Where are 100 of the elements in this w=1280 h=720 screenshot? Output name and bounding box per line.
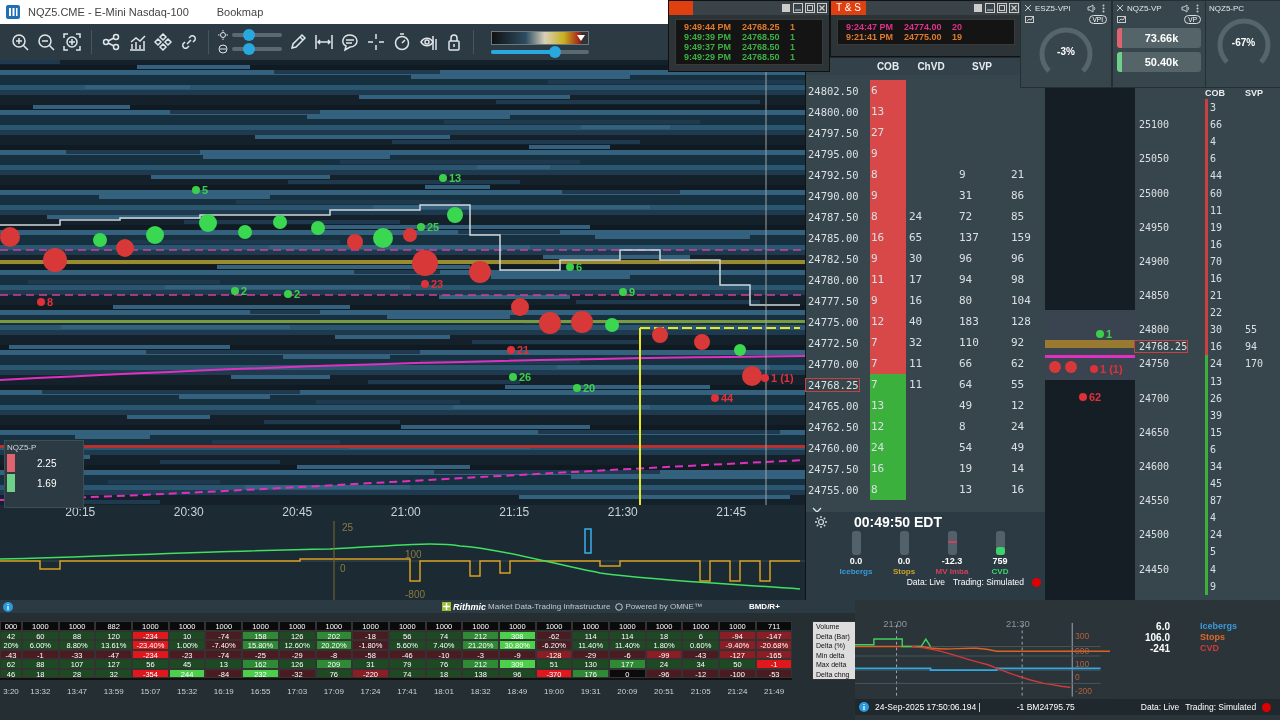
price-label: 24755.00	[807, 483, 859, 496]
volume-cell-text: 66	[958, 357, 974, 370]
price-label: 24700	[1138, 392, 1170, 404]
trade-time: 9:49:39 PM	[684, 32, 733, 42]
app-name: Bookmap	[216, 6, 264, 18]
order-book-cell: 44	[1205, 167, 1245, 185]
price-label: 24800.00	[807, 105, 859, 118]
time-label: 15:07	[139, 687, 162, 696]
order-book-cell: 24	[1205, 355, 1245, 373]
order-book-cell: 9	[870, 248, 906, 269]
price-label: 24550	[1138, 495, 1170, 507]
price-label: 24850	[1138, 290, 1170, 302]
order-book-cell: 9	[870, 143, 906, 164]
stat-value: -241	[1149, 643, 1170, 654]
volume-cell-text: 170	[1245, 358, 1265, 370]
tagline: Market Data-Trading Infrastructure	[488, 602, 611, 611]
time-label: 16:19	[212, 687, 235, 696]
volume-cell-text: 24	[908, 210, 924, 223]
price-label: 24750	[1138, 358, 1170, 370]
order-book-cell: 16	[1205, 235, 1245, 253]
trade-price: 24768.50	[742, 52, 781, 62]
stat-label: CVD	[1200, 643, 1220, 654]
meter-value: 759	[992, 556, 1008, 566]
order-book-cell: 5	[1205, 543, 1245, 561]
time-label: 21:45	[715, 505, 748, 521]
order-book-cell: 13	[870, 101, 906, 122]
stat-value: 6.0	[1155, 621, 1170, 632]
order-book-cell: 8	[870, 164, 906, 185]
order-book-cell: 16	[1205, 269, 1245, 288]
window-title: NQZ5.CME - E-Mini Nasdaq-100	[28, 6, 189, 18]
time-label: 20:30	[172, 505, 205, 521]
axis-label: 100	[405, 549, 422, 560]
volume-cell-text: 24	[1010, 420, 1026, 433]
trade-size: 1	[790, 42, 796, 52]
trade-size: 1	[790, 52, 796, 62]
price-label: 24765.00	[807, 399, 859, 412]
axis-label: 0	[340, 563, 346, 574]
stat-value: 106.0	[1143, 632, 1170, 643]
meter-label: MV Imba	[935, 567, 969, 576]
order-book-cell: 16	[870, 227, 906, 248]
order-book-cell: 13	[1205, 372, 1245, 390]
widget-value: 1.69	[37, 477, 57, 489]
order-book-cell: 7	[870, 374, 906, 395]
volume-cell-text: 183	[958, 315, 980, 328]
volume-cell-text: 11	[908, 357, 924, 370]
volume-cell-text: 8	[958, 420, 967, 433]
volume-cell-text: 159	[1010, 231, 1032, 244]
stat-label: Icebergs	[1200, 621, 1239, 632]
widget-title: NQZ5-P	[7, 443, 38, 452]
column-header[interactable]: ChVD	[906, 61, 956, 72]
order-book-cell: 4	[1205, 509, 1245, 527]
order-book-cell: 87	[1205, 492, 1245, 510]
meter-label: Stops	[892, 567, 916, 576]
order-book-cell: 8	[870, 206, 906, 227]
column-header[interactable]: COB	[1205, 88, 1245, 99]
widget-title: NQZ5-VP	[1127, 3, 1163, 13]
time-label: 21:05	[689, 687, 712, 696]
time-label: 20:51	[653, 687, 676, 696]
volume-cell-text: 128	[1010, 315, 1032, 328]
gauge-value: -67%	[1230, 37, 1257, 48]
column-header[interactable]: SVP	[1245, 88, 1280, 99]
order-book-cell: 27	[870, 122, 906, 143]
volume-cell-text: 86	[1010, 189, 1026, 202]
time-label: 21:15	[498, 505, 531, 521]
time-label: 3:20	[2, 687, 20, 696]
volume-cell-text: 30	[908, 252, 924, 265]
price-label: 24450	[1138, 563, 1170, 575]
volume-cell-text: 104	[1010, 294, 1032, 307]
price-label: 24772.50	[807, 336, 859, 349]
trade-price: 24768.25	[742, 22, 781, 32]
price-label: 24775.00	[807, 315, 859, 328]
meter-value: -12.3	[941, 556, 963, 566]
order-book-cell: 6	[1205, 150, 1245, 168]
powered-by: Powered by OMNE™	[625, 602, 702, 611]
time-label: 20:45	[281, 505, 314, 521]
trade-time: 9:49:29 PM	[684, 52, 733, 62]
column-header[interactable]: SVP	[956, 61, 1008, 72]
order-book-cell: 26	[1205, 389, 1245, 407]
trade-size: 19	[952, 32, 963, 42]
volume-bar: 73.66k	[1117, 28, 1201, 48]
volume-cell-text: 13	[958, 483, 974, 496]
price-label: 24797.50	[807, 126, 859, 139]
time-label: 17:41	[396, 687, 419, 696]
trading-status: Trading: Simulated	[1185, 702, 1257, 712]
price-label: 24760.00	[807, 441, 859, 454]
order-book-cell: 9	[1205, 577, 1245, 595]
order-book-cell: 30	[1205, 321, 1245, 339]
order-book-cell: 8	[870, 479, 906, 500]
column-header[interactable]: COB	[870, 61, 906, 72]
price-label: 24500	[1138, 529, 1170, 541]
trade-time: 9:49:37 PM	[684, 42, 733, 52]
order-book-cell: 4	[1205, 133, 1245, 151]
window-title: T & S	[831, 1, 866, 15]
stat-label: Stops	[1200, 632, 1226, 643]
price-label: 24950	[1138, 221, 1170, 233]
volume-cell-text: 21	[1010, 168, 1026, 181]
time-label: 13:47	[66, 687, 89, 696]
axis-label: 100	[1075, 659, 1090, 670]
meter-value: 0.0	[849, 556, 863, 566]
price-label: 25050	[1138, 153, 1170, 165]
